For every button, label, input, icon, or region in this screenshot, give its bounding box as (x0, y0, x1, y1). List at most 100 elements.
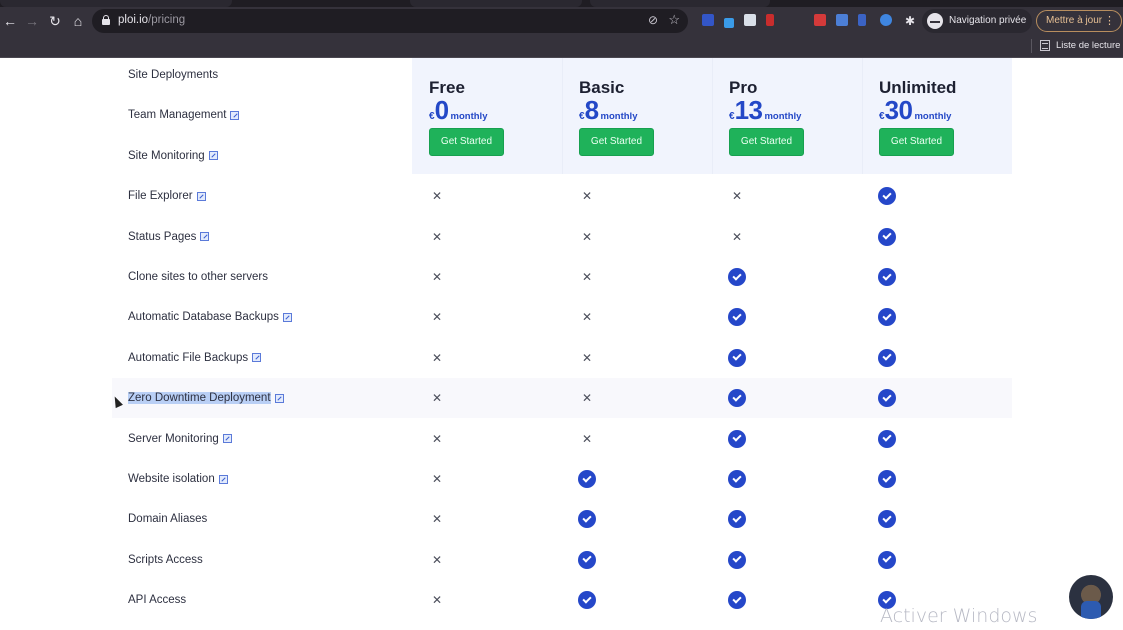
feature-label: Scripts Access (128, 550, 203, 570)
browser-tab[interactable] (410, 0, 582, 7)
extension-icon[interactable] (766, 14, 774, 26)
extension-icon[interactable] (858, 14, 866, 26)
feature-label: Server Monitoring (128, 429, 232, 449)
cross-icon: ✕ (431, 189, 443, 204)
get-started-button[interactable]: Get Started (429, 128, 504, 156)
extension-icon[interactable] (744, 14, 756, 26)
check-icon (878, 187, 896, 206)
feature-label: Team Management (128, 105, 240, 125)
reading-list-button[interactable]: Liste de lecture (1056, 40, 1120, 51)
cross-icon: ✕ (581, 431, 593, 446)
cross-icon: ✕ (581, 229, 593, 244)
extension-icon[interactable] (814, 14, 826, 26)
billing-period: monthly (600, 111, 638, 122)
get-started-button[interactable]: Get Started (729, 128, 804, 156)
feature-name: API Access (128, 594, 187, 607)
star-icon[interactable]: ☆ (668, 12, 680, 28)
plan-card-free: Free €0 monthly Get Started (429, 78, 579, 156)
check-icon (578, 550, 596, 569)
browser-toolbar: ← → ↻ ⌂ ploi.io/pricing ⊘ ☆ ✱ Navigation… (0, 7, 1123, 35)
check-icon (728, 550, 746, 569)
divider (1031, 39, 1032, 53)
check-icon (878, 429, 896, 448)
more-icon[interactable]: ⋮ (1104, 14, 1115, 27)
plan-price: €30 monthly (879, 95, 1029, 125)
plan-card-unlimited: Unlimited €30 monthly Get Started (879, 78, 1029, 156)
feature-name: File Explorer (128, 190, 193, 203)
check-icon (728, 470, 746, 488)
check-icon (728, 429, 746, 448)
address-bar[interactable]: ploi.io/pricing ⊘ ☆ (92, 9, 688, 33)
plan-price: €0 monthly (429, 97, 579, 123)
cross-icon: ✕ (581, 189, 593, 204)
plan-card-pro: Pro €13 monthly Get Started (729, 78, 879, 156)
check-icon (878, 348, 896, 367)
check-icon (878, 308, 896, 327)
browser-tab[interactable] (0, 0, 232, 7)
get-started-button[interactable]: Get Started (879, 128, 954, 156)
feature-label: Domain Aliases (128, 509, 207, 529)
back-icon[interactable]: ← (0, 11, 20, 31)
extension-icon[interactable] (836, 14, 848, 26)
feature-name: Domain Aliases (128, 513, 208, 526)
extension-icon[interactable] (724, 18, 734, 28)
update-button[interactable]: Mettre à jour ⋮ (1036, 10, 1122, 32)
bookmarks-bar: Liste de lecture (0, 35, 1123, 58)
feature-label: API Access (128, 590, 186, 610)
incognito-label: Navigation privée (949, 15, 1027, 26)
check-icon (728, 348, 746, 367)
check-icon (878, 227, 896, 246)
cross-icon: ✕ (581, 310, 593, 325)
billing-period: monthly (914, 111, 952, 122)
external-link-icon[interactable] (200, 232, 210, 242)
url-host: ploi.io (118, 14, 149, 26)
eye-off-icon[interactable]: ⊘ (648, 13, 658, 27)
feature-name: Automatic Database Backups (128, 311, 279, 324)
external-link-icon[interactable] (218, 474, 228, 484)
browser-tab[interactable] (590, 0, 770, 7)
plan-name: Free (429, 78, 465, 97)
incognito-indicator[interactable]: Navigation privée (922, 9, 1032, 33)
billing-period: monthly (450, 111, 488, 122)
feature-name: Clone sites to other servers (128, 271, 268, 283)
feature-name: Server Monitoring (128, 432, 219, 445)
external-link-icon[interactable] (196, 191, 206, 201)
external-link-icon[interactable] (252, 353, 262, 363)
cross-icon: ✕ (581, 270, 593, 284)
check-icon (878, 510, 896, 529)
reload-icon[interactable]: ↻ (45, 11, 65, 31)
feature-label: Clone sites to other servers (128, 267, 268, 287)
incognito-icon (927, 13, 943, 29)
url-text: ploi.io/pricing (118, 14, 185, 26)
cross-icon: ✕ (731, 189, 743, 204)
extension-icon[interactable] (880, 14, 892, 26)
feature-name: Scripts Access (128, 553, 203, 566)
webcam-overlay (1069, 575, 1113, 619)
price-amount: 30 (884, 95, 913, 125)
external-link-icon[interactable] (274, 393, 284, 403)
external-link-icon[interactable] (282, 312, 292, 322)
cross-icon: ✕ (431, 512, 443, 527)
forward-icon[interactable]: → (22, 11, 42, 31)
extension-icon[interactable] (702, 14, 714, 26)
external-link-icon[interactable] (222, 434, 232, 444)
check-icon (878, 268, 896, 286)
external-link-icon[interactable] (208, 151, 218, 161)
feature-name: Site Deployments (128, 69, 219, 81)
plan-price: €8 monthly (579, 97, 729, 123)
cross-icon: ✕ (431, 270, 443, 284)
plan-price: €13 monthly (729, 97, 879, 123)
plan-name: Basic (579, 78, 625, 97)
puzzle-icon[interactable]: ✱ (900, 11, 920, 31)
get-started-button[interactable]: Get Started (579, 128, 654, 156)
cross-icon: ✕ (431, 350, 443, 365)
cross-icon: ✕ (431, 229, 443, 244)
reading-list-icon[interactable] (1040, 40, 1050, 51)
cross-icon: ✕ (431, 310, 443, 325)
check-icon (728, 268, 746, 286)
cross-icon: ✕ (431, 552, 443, 567)
check-icon (878, 550, 896, 569)
cross-icon: ✕ (581, 350, 593, 365)
external-link-icon[interactable] (230, 110, 240, 120)
home-icon[interactable]: ⌂ (68, 11, 88, 31)
